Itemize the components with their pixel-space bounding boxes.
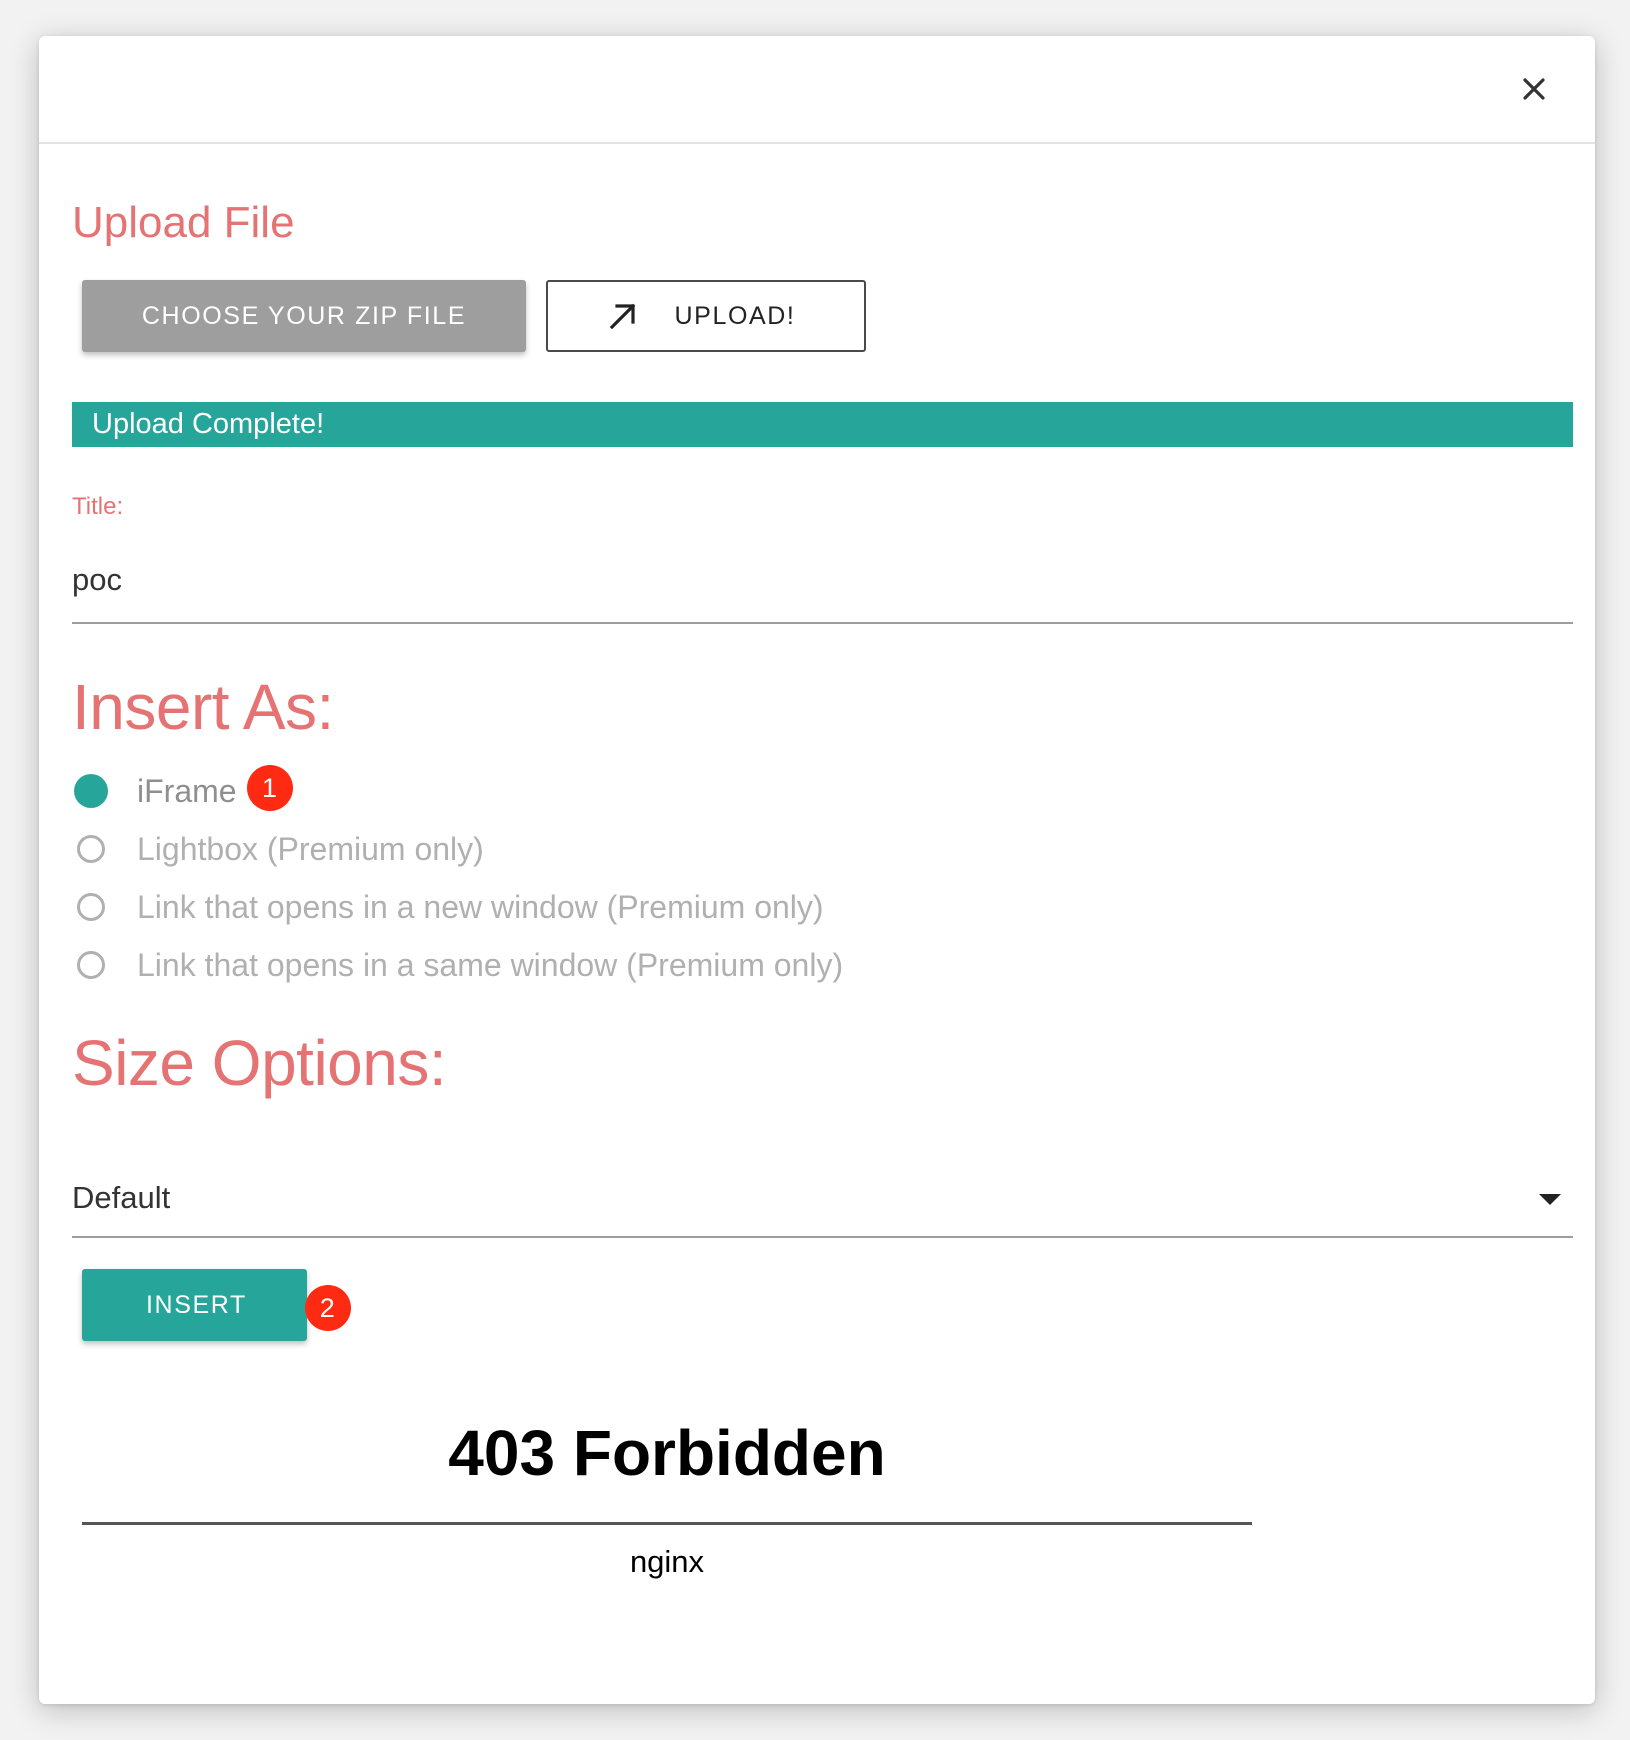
caret-down-icon <box>1539 1194 1561 1205</box>
upload-button[interactable]: UPLOAD! <box>546 280 866 352</box>
size-options-select[interactable]: Default <box>72 1166 1573 1238</box>
size-options-selected-value: Default <box>72 1180 171 1215</box>
radio-label-same-window: Link that opens in a same window (Premiu… <box>137 946 844 983</box>
server-name: nginx <box>629 1544 705 1579</box>
step-badge-2: 2 <box>305 1285 351 1331</box>
choose-zip-file-button[interactable]: CHOOSE YOUR ZIP FILE <box>82 280 526 352</box>
radio-unchecked-icon <box>77 951 105 979</box>
radio-label-iframe: iFrame <box>137 772 237 809</box>
radio-option-new-window[interactable]: Link that opens in a new window (Premium… <box>77 882 824 932</box>
radio-label-lightbox: Lightbox (Premium only) <box>137 830 484 867</box>
insert-button-label: INSERT <box>146 1290 247 1319</box>
radio-checked-icon <box>74 774 108 808</box>
arrow-up-right-icon <box>609 303 635 330</box>
radio-label-new-window: Link that opens in a new window (Premium… <box>137 888 824 925</box>
divider <box>82 1522 1252 1525</box>
upload-file-heading: Upload File <box>72 198 295 247</box>
radio-unchecked-icon <box>77 893 105 921</box>
insert-as-heading: Insert As: <box>72 671 334 743</box>
title-input[interactable] <box>72 556 1573 624</box>
title-field-label: Title: <box>72 493 124 520</box>
radio-unchecked-icon <box>77 835 105 863</box>
modal-header <box>39 36 1595 144</box>
close-icon <box>1523 78 1545 100</box>
size-options-heading: Size Options: <box>72 1027 447 1099</box>
insert-button[interactable]: INSERT 2 <box>82 1269 351 1341</box>
radio-option-same-window[interactable]: Link that opens in a same window (Premiu… <box>77 940 843 990</box>
iframe-preview: 403 Forbidden nginx <box>82 1416 1252 1666</box>
step-badge-1: 1 <box>246 765 293 811</box>
radio-option-lightbox[interactable]: Lightbox (Premium only) <box>77 824 484 874</box>
choose-zip-file-label: CHOOSE YOUR ZIP FILE <box>141 301 467 330</box>
modal-dialog: Upload File CHOOSE YOUR ZIP FILE UPLOAD!… <box>39 36 1595 1704</box>
upload-status-text: Upload Complete! <box>92 408 325 440</box>
radio-option-iframe[interactable]: iFrame 1 <box>74 765 293 816</box>
close-button[interactable] <box>1511 66 1557 112</box>
error-heading: 403 Forbidden <box>448 1417 886 1489</box>
upload-progress-bar: Upload Complete! <box>72 402 1573 447</box>
upload-button-label: UPLOAD! <box>674 301 796 330</box>
